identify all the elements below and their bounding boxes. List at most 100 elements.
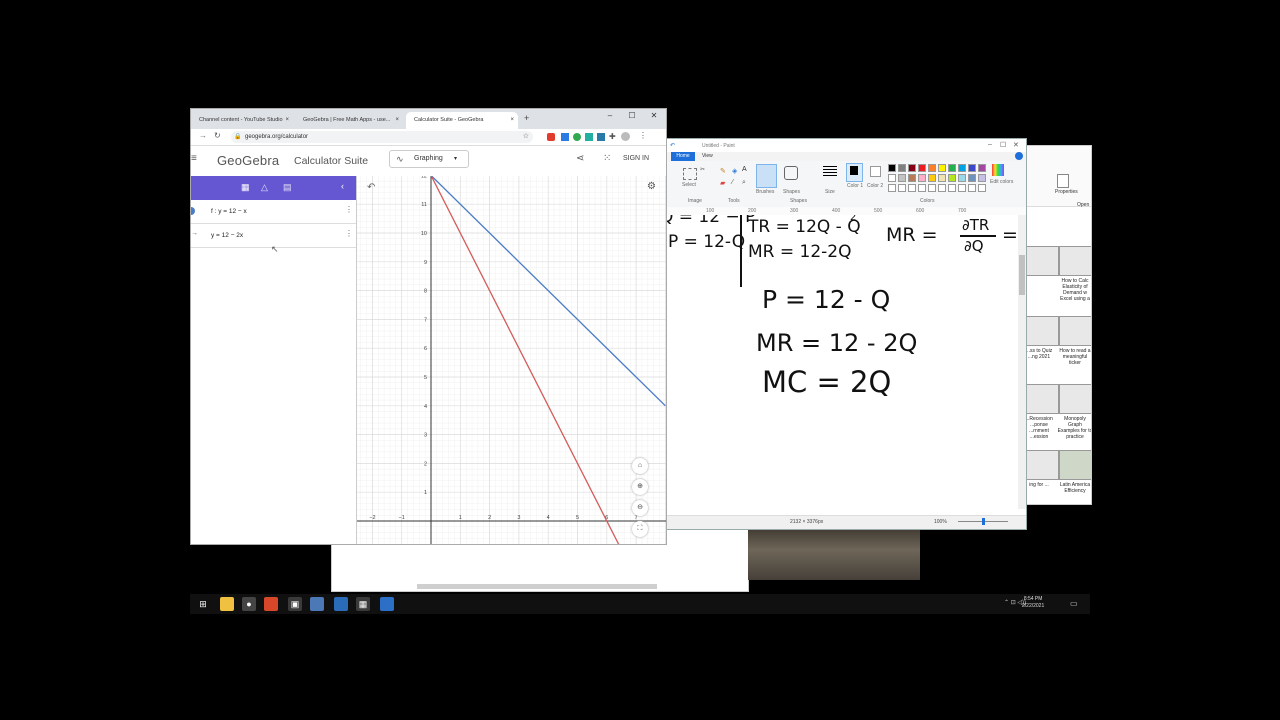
close-tab-icon[interactable]: × [395, 112, 399, 129]
undo-icon[interactable]: ↶ [670, 142, 675, 149]
video-thumbnail[interactable] [1023, 246, 1059, 276]
color-swatch[interactable] [968, 184, 976, 192]
paint-canvas[interactable]: Q = 12 − P P = 12-Q TR = 12Q - Q 2 MR = … [666, 215, 1018, 509]
edit-colors-icon[interactable] [992, 164, 1004, 176]
app-switcher-dropdown[interactable]: ∿ Graphing ▾ [389, 150, 469, 168]
collapse-panel-icon[interactable]: ‹ [341, 181, 344, 191]
brave-icon[interactable] [264, 597, 278, 611]
color-swatch[interactable] [948, 164, 956, 172]
sign-in-button[interactable]: SIGN IN [623, 155, 649, 162]
extension-icon[interactable] [561, 133, 569, 141]
size-icon[interactable] [823, 166, 837, 167]
extension-icon[interactable] [547, 133, 555, 141]
color-swatch[interactable] [938, 184, 946, 192]
notifications-icon[interactable]: ▭ [1070, 599, 1078, 608]
minimize-button[interactable]: – [599, 109, 621, 123]
forward-icon[interactable]: → [199, 131, 207, 140]
video-thumbnail[interactable] [1023, 450, 1059, 480]
extension-icon[interactable] [573, 133, 581, 141]
browser-tab[interactable]: Channel content - YouTube Studio × [191, 112, 293, 129]
color-swatch[interactable] [968, 174, 976, 182]
color-swatch[interactable] [938, 164, 946, 172]
graphics-view[interactable]: 12 11 10 9 8 7 6 5 4 3 2 1 −2 −1 1 2 3 4 5 6 7 ↶ ⚙ ⌂ ⊕ ⊖ ⛶ [357, 146, 666, 544]
video-thumbnail[interactable] [1059, 246, 1091, 276]
shapes-icon[interactable] [784, 166, 798, 180]
zoom-slider-thumb[interactable] [982, 518, 985, 525]
video-thumbnail[interactable] [1059, 316, 1091, 346]
new-tab-button[interactable]: + [524, 113, 529, 123]
text-icon[interactable]: A [742, 166, 747, 173]
color-swatch[interactable] [958, 164, 966, 172]
color-swatch[interactable] [978, 184, 986, 192]
magnifier-icon[interactable]: ⌕ [742, 179, 746, 187]
graph-canvas[interactable]: 121110987654321−2 −1 1 2 3 4 5 6 7 [357, 146, 666, 544]
close-button[interactable]: ✕ [1013, 141, 1019, 149]
visibility-toggle-icon[interactable] [191, 207, 195, 215]
maximize-button[interactable]: ☐ [1000, 141, 1006, 149]
color-swatch[interactable] [948, 174, 956, 182]
color-swatch[interactable] [918, 184, 926, 192]
algebra-input-row[interactable]: f : y = 12 − x ⋮ [191, 200, 356, 224]
color-swatch[interactable] [968, 164, 976, 172]
color-swatch[interactable] [888, 184, 896, 192]
settings-gear-icon[interactable]: ⚙ [647, 181, 656, 192]
paint-app-icon[interactable] [380, 597, 394, 611]
color-swatch[interactable] [898, 174, 906, 182]
fullscreen-button[interactable]: ⛶ [632, 521, 648, 537]
video-thumbnail[interactable] [1023, 316, 1059, 346]
select-icon[interactable] [683, 168, 697, 180]
start-icon[interactable]: ⊞ [196, 597, 210, 611]
tab-view[interactable]: View [702, 152, 713, 161]
share-icon[interactable]: ⋖ [576, 153, 584, 164]
properties-icon[interactable] [1057, 174, 1069, 188]
color-swatch[interactable] [978, 174, 986, 182]
browser-tab[interactable]: GeoGebra | Free Math Apps - use... × [295, 112, 403, 129]
bookmark-star-icon[interactable]: ☆ [523, 131, 529, 143]
algebra-input-row[interactable]: → y = 12 − 2x ⋮ ↖ [191, 224, 356, 254]
avatar[interactable] [621, 132, 630, 141]
chrome-menu-icon[interactable]: ⋮ [639, 131, 647, 140]
video-thumbnail[interactable] [1059, 450, 1091, 480]
color-swatch[interactable] [958, 184, 966, 192]
expression-text[interactable]: y = 12 − 2x [211, 232, 243, 239]
color2-swatch[interactable] [870, 166, 881, 177]
color-swatch[interactable] [978, 164, 986, 172]
screen-recorder-icon[interactable]: ▣ [288, 597, 302, 611]
color-swatch[interactable] [908, 174, 916, 182]
browser-tab-active[interactable]: Calculator Suite - GeoGebra × [406, 112, 518, 129]
color-swatch[interactable] [928, 164, 936, 172]
color-swatch[interactable] [908, 184, 916, 192]
calculator-icon[interactable]: ▦ [241, 182, 250, 193]
color-picker-icon[interactable]: ⁄ [732, 179, 733, 186]
color-swatch[interactable] [918, 164, 926, 172]
close-tab-icon[interactable]: × [510, 112, 514, 129]
zoom-in-button[interactable]: ⊕ [632, 479, 648, 495]
color-swatch[interactable] [898, 184, 906, 192]
apps-grid-icon[interactable]: ⁙ [603, 153, 611, 164]
zoom-out-button[interactable]: ⊖ [632, 500, 648, 516]
color-swatch[interactable] [928, 184, 936, 192]
reload-icon[interactable]: ↻ [214, 131, 221, 140]
chrome-icon[interactable]: ● [242, 597, 256, 611]
close-button[interactable]: ✕ [643, 109, 665, 123]
minimize-button[interactable]: – [988, 141, 992, 148]
vertical-scrollbar[interactable] [1018, 215, 1026, 509]
color-swatch[interactable] [908, 164, 916, 172]
color-swatch[interactable] [918, 174, 926, 182]
taskbar-clock[interactable]: 8:54 PM 2/22/2021 [1022, 596, 1044, 610]
address-bar[interactable]: 🔒 geogebra.org/calculator ☆ [231, 131, 533, 143]
brushes-icon[interactable] [756, 164, 777, 188]
color-swatch[interactable] [928, 174, 936, 182]
extensions-puzzle-icon[interactable]: ✚ [609, 132, 616, 141]
extension-icon[interactable] [585, 133, 593, 141]
video-thumbnail[interactable] [1059, 384, 1091, 414]
tools-icon[interactable]: △ [261, 182, 268, 193]
video-thumbnail[interactable] [1023, 384, 1059, 414]
horizontal-scrollbar[interactable] [417, 584, 657, 589]
maximize-button[interactable]: ☐ [621, 109, 643, 123]
crop-icon[interactable]: ✂ [700, 166, 705, 173]
color-swatch[interactable] [888, 174, 896, 182]
more-options-icon[interactable]: ⋮ [345, 205, 353, 214]
help-icon[interactable] [1015, 152, 1023, 160]
pencil-icon[interactable]: ✎ [720, 167, 726, 175]
